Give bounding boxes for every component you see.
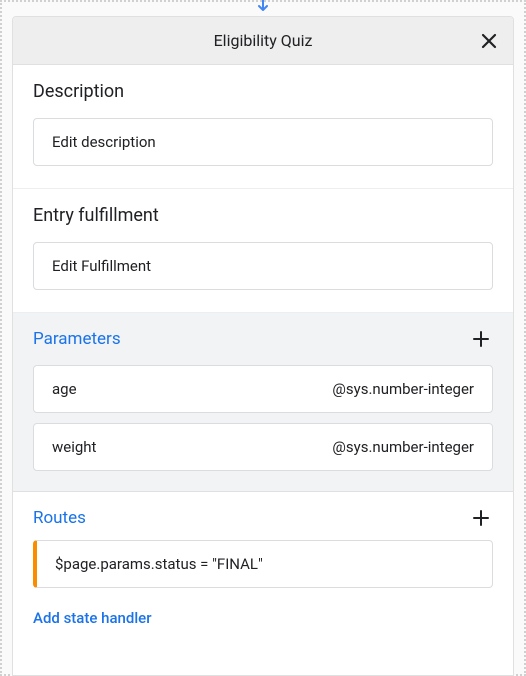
- panel-body: Description Edit description Entry fulfi…: [13, 65, 513, 675]
- routes-title[interactable]: Routes: [33, 508, 86, 528]
- parameter-type: @sys.number-integer: [332, 380, 474, 398]
- parameter-name: age: [52, 380, 77, 398]
- close-button[interactable]: [477, 29, 501, 53]
- close-icon: [479, 31, 499, 51]
- route-row[interactable]: $page.params.status = "FINAL": [33, 540, 493, 588]
- plus-icon: [471, 508, 491, 528]
- routes-header: Routes: [13, 492, 513, 540]
- entry-fulfillment-section: Entry fulfillment Edit Fulfillment: [13, 189, 513, 313]
- panel-title: Eligibility Quiz: [214, 31, 313, 50]
- add-route-button[interactable]: [469, 506, 493, 530]
- parameters-section: Parameters age @sys.number-integer weigh…: [13, 313, 513, 492]
- route-condition: $page.params.status = "FINAL": [55, 555, 263, 573]
- entry-fulfillment-title: Entry fulfillment: [33, 205, 493, 226]
- parameter-name: weight: [52, 438, 96, 456]
- routes-section: Routes $page.params.status = "FINAL" Add…: [13, 492, 513, 647]
- panel-header: Eligibility Quiz: [13, 17, 513, 65]
- add-state-handler-section: Add state handler: [13, 588, 513, 627]
- edit-fulfillment-button[interactable]: Edit Fulfillment: [33, 242, 493, 290]
- add-state-handler-link[interactable]: Add state handler: [33, 609, 152, 627]
- edit-description-button[interactable]: Edit description: [33, 118, 493, 166]
- parameter-row[interactable]: age @sys.number-integer: [33, 365, 493, 413]
- add-parameter-button[interactable]: [469, 327, 493, 351]
- parameter-row[interactable]: weight @sys.number-integer: [33, 423, 493, 471]
- parameters-title[interactable]: Parameters: [33, 329, 121, 349]
- description-section: Description Edit description: [13, 65, 513, 189]
- page-editor-panel: Eligibility Quiz Description Edit descri…: [12, 16, 514, 676]
- plus-icon: [471, 329, 491, 349]
- arrow-down-icon: [255, 0, 271, 14]
- parameter-type: @sys.number-integer: [332, 438, 474, 456]
- parameter-list: age @sys.number-integer weight @sys.numb…: [13, 365, 513, 491]
- parameters-header: Parameters: [13, 313, 513, 365]
- description-title: Description: [33, 81, 493, 102]
- route-list: $page.params.status = "FINAL": [13, 540, 513, 588]
